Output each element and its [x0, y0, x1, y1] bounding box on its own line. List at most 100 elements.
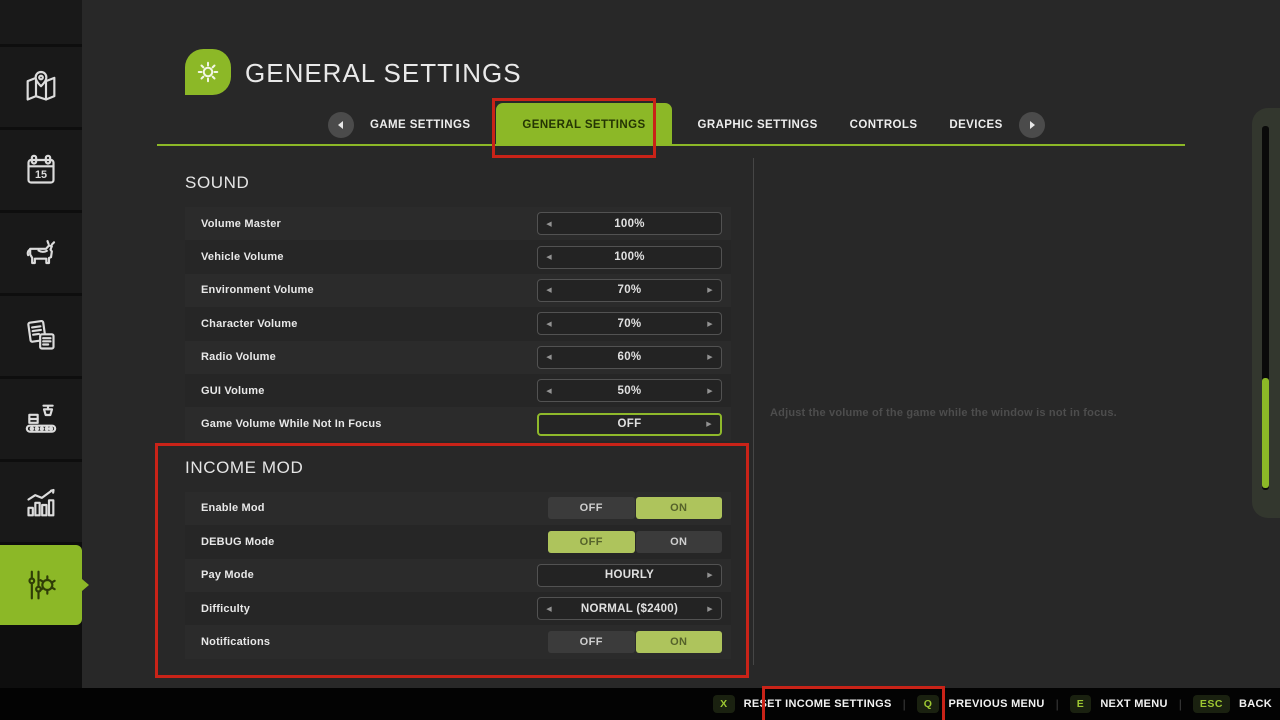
section-title: INCOME MOD: [185, 458, 731, 478]
next-tabs-button[interactable]: [1019, 112, 1045, 138]
keybind-label: RESET INCOME SETTINGS: [744, 698, 892, 710]
setting-row: NotificationsOFFON: [185, 625, 731, 658]
tab-game-settings[interactable]: GAME SETTINGS: [370, 119, 470, 131]
setting-label: Game Volume While Not In Focus: [201, 418, 382, 430]
setting-control: OFF ▶: [537, 413, 722, 436]
keybind-back[interactable]: ESC BACK: [1193, 695, 1272, 713]
scrollbar-thumb[interactable]: [1262, 378, 1269, 488]
setting-label: Difficulty: [201, 603, 250, 615]
scrollbar[interactable]: [1252, 108, 1280, 518]
stepper-right-arrow-icon[interactable]: ▶: [701, 565, 719, 586]
chevron-left-icon: [338, 121, 343, 129]
svg-text:15: 15: [35, 169, 47, 181]
keybind-separator: |: [1179, 697, 1182, 711]
value-stepper[interactable]: OFF ▶: [537, 413, 722, 436]
sidebar-item-contracts[interactable]: [0, 296, 82, 376]
setting-control: OFFON: [537, 531, 722, 553]
setting-row: Vehicle Volume◀100%: [185, 240, 731, 273]
setting-label: DEBUG Mode: [201, 536, 275, 548]
toggle-on-button[interactable]: ON: [636, 497, 723, 519]
value-stepper[interactable]: HOURLY ▶: [537, 564, 722, 587]
chevron-right-icon: [1030, 121, 1035, 129]
value-stepper[interactable]: ◀ 70% ▶: [537, 279, 722, 302]
setting-control: ◀ 100%: [537, 246, 722, 269]
setting-row: Volume Master◀100%: [185, 207, 731, 240]
toggle-group: OFFON: [548, 631, 722, 653]
setting-row: GUI Volume◀50%▶: [185, 374, 731, 407]
value-stepper[interactable]: ◀ 60% ▶: [537, 346, 722, 369]
stepper-value: NORMAL ($2400): [581, 603, 678, 615]
setting-control: ◀ 60% ▶: [537, 346, 722, 369]
toggle-on-button[interactable]: ON: [636, 531, 723, 553]
setting-control: OFFON: [537, 497, 722, 519]
toggle-on-button[interactable]: ON: [636, 631, 723, 653]
setting-label: Character Volume: [201, 318, 298, 330]
value-stepper[interactable]: ◀ 100%: [537, 212, 722, 235]
toggle-off-button[interactable]: OFF: [548, 497, 635, 519]
keybind-next-menu[interactable]: E NEXT MENU: [1070, 695, 1168, 713]
animals-icon: [21, 233, 61, 273]
stepper-right-arrow-icon[interactable]: ▶: [701, 380, 719, 401]
stepper-left-arrow-icon[interactable]: ◀: [540, 280, 558, 301]
setting-row: Radio Volume◀60%▶: [185, 341, 731, 374]
keybind-label: NEXT MENU: [1100, 698, 1167, 710]
stepper-left-arrow-icon[interactable]: ◀: [540, 213, 558, 234]
stepper-value: OFF: [618, 418, 642, 430]
stepper-value: 100%: [614, 251, 645, 263]
sidebar-item-statistics[interactable]: [0, 462, 82, 542]
stepper-right-arrow-icon[interactable]: ▶: [701, 313, 719, 334]
value-stepper[interactable]: ◀50%▶: [537, 379, 722, 402]
stepper-left-arrow-icon[interactable]: ◀: [540, 247, 558, 268]
tab-controls[interactable]: CONTROLS: [850, 119, 918, 131]
general-settings-screen: 15 GENERAL SETTINGS GAME SETTINGSGENERAL…: [0, 0, 1280, 720]
value-stepper[interactable]: ◀ NORMAL ($2400) ▶: [537, 597, 722, 620]
sidebar-item-settings[interactable]: [0, 545, 82, 625]
setting-row: Difficulty ◀ NORMAL ($2400) ▶: [185, 592, 731, 625]
section-rows: Enable ModOFFONDEBUG ModeOFFONPay ModeHO…: [185, 492, 731, 659]
scrollbar-track[interactable]: [1262, 126, 1269, 490]
sidebar-item-animals[interactable]: [0, 213, 82, 293]
setting-label: Pay Mode: [201, 569, 254, 581]
stepper-right-arrow-icon[interactable]: ▶: [701, 280, 719, 301]
toggle-off-button[interactable]: OFF: [548, 531, 635, 553]
stepper-left-arrow-icon[interactable]: ◀: [540, 380, 558, 401]
prev-tabs-button[interactable]: [328, 112, 354, 138]
key-badge: E: [1070, 695, 1092, 713]
stepper-value: 100%: [614, 218, 645, 230]
toggle-group: OFFON: [548, 497, 722, 519]
setting-row: DEBUG Mode OFFON: [185, 525, 731, 558]
stepper-value: 60%: [618, 351, 642, 363]
stepper-left-arrow-icon[interactable]: ◀: [540, 313, 558, 334]
sidebar-item-production[interactable]: [0, 379, 82, 459]
section-title: SOUND: [185, 173, 731, 193]
sidebar-item-calendar[interactable]: 15: [0, 130, 82, 210]
section-rows: Volume Master◀100%Vehicle Volume◀100%Env…: [185, 207, 731, 441]
map-icon: [21, 67, 61, 107]
keybind-label: BACK: [1239, 698, 1272, 710]
stepper-value: 70%: [618, 284, 642, 296]
tab-devices[interactable]: DEVICES: [949, 119, 1002, 131]
keybind-reset-income-settings[interactable]: XRESET INCOME SETTINGS: [713, 695, 892, 713]
gear-icon: [185, 49, 231, 95]
stepper-left-arrow-icon[interactable]: ◀: [540, 347, 558, 368]
sidebar-item-map[interactable]: [0, 47, 82, 127]
setting-control: ◀50%▶: [537, 379, 722, 402]
key-badge: ESC: [1193, 695, 1230, 713]
stepper-right-arrow-icon[interactable]: ▶: [700, 415, 718, 434]
stepper-left-arrow-icon[interactable]: ◀: [540, 598, 558, 619]
sidebar-item-empty-top: [0, 0, 82, 44]
setting-label: Enable Mod: [201, 502, 265, 514]
value-stepper[interactable]: ◀ 100%: [537, 246, 722, 269]
keybind-previous-menu[interactable]: QPREVIOUS MENU: [917, 695, 1045, 713]
toggle-off-button[interactable]: OFF: [548, 631, 635, 653]
value-stepper[interactable]: ◀70%▶: [537, 312, 722, 335]
sidebar: 15: [0, 0, 82, 688]
keybind-bar: XRESET INCOME SETTINGS|QPREVIOUS MENU|EN…: [0, 688, 1280, 720]
tab-graphic-settings[interactable]: GRAPHIC SETTINGS: [698, 119, 818, 131]
stepper-right-arrow-icon[interactable]: ▶: [701, 347, 719, 368]
stepper-right-arrow-icon[interactable]: ▶: [701, 598, 719, 619]
stepper-value: HOURLY: [605, 569, 654, 581]
setting-row: Enable Mod OFFON: [185, 492, 731, 525]
tab-general-settings[interactable]: GENERAL SETTINGS: [496, 103, 671, 146]
tab-underline: [157, 144, 1185, 146]
